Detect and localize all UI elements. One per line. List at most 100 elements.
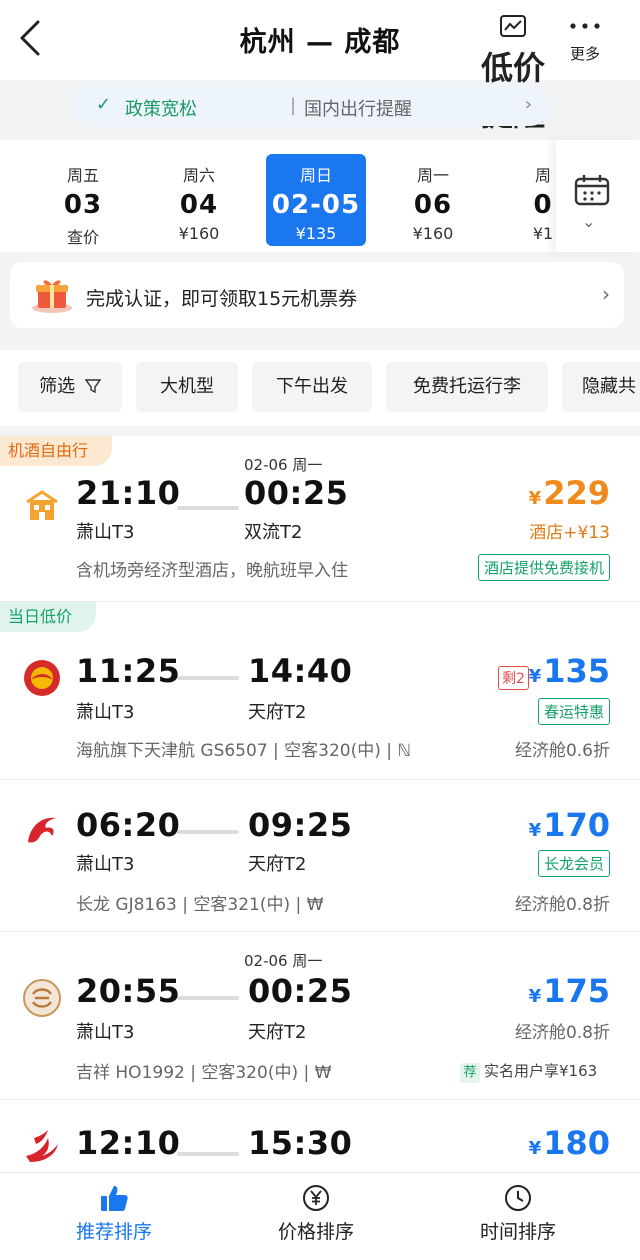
flight-info-text: 海航旗下天津航 GS6507 | 空客320(中) | [76, 741, 398, 761]
filter-button[interactable]: 筛选 [18, 362, 122, 412]
sort-time-tab[interactable]: 时间排序 [448, 1183, 588, 1244]
sort-recommended-label: 推荐排序 [75, 1221, 152, 1243]
price: ¥170 [529, 806, 610, 844]
date-item[interactable]: 周一 06 ¥160 [383, 154, 483, 246]
filter-chip-hide-codeshare[interactable]: 隐藏共 [562, 362, 640, 412]
thumbs-up-icon [101, 1186, 128, 1211]
cabin-discount: 经济舱0.8折 [514, 895, 610, 915]
arrival-time: 09:25 [248, 806, 353, 844]
price-value: 180 [543, 1124, 610, 1162]
loong-air-logo [28, 817, 56, 843]
seats-remaining-badge: 剩2 [498, 666, 529, 690]
juneyao-air-logo [23, 979, 61, 1017]
date-selector: 周五 03 查价 周六 04 ¥160 周日 02-05 ¥135 周一 06 … [0, 140, 640, 252]
arrival-airport: 双流T2 [244, 522, 303, 543]
currency-symbol: ¥ [528, 986, 542, 1007]
benefit-badge: 长龙会员 [537, 850, 610, 877]
date-day: 03 [63, 190, 103, 220]
date-weekday: 周五 [66, 166, 99, 185]
arrival-airport: 天府T2 [248, 702, 307, 723]
date-day: 06 [413, 190, 453, 220]
departure-airport: 萧山T3 [76, 1022, 135, 1043]
departure-time: 12:10 [76, 1124, 181, 1162]
price: ¥135 [529, 652, 610, 690]
policy-separator: | [290, 95, 297, 116]
price-chart-icon [500, 15, 526, 37]
sichuan-airlines-logo [26, 1130, 58, 1162]
price-value: 135 [543, 652, 610, 690]
filter-chip-large-aircraft[interactable]: 大机型 [136, 362, 238, 412]
currency-symbol: ¥ [528, 820, 542, 841]
date-price: ¥160 [178, 224, 220, 243]
calendar-button[interactable]: ⌄ [556, 140, 640, 252]
hotel-icon [26, 490, 58, 520]
date-item[interactable]: 周五 03 查价 [33, 154, 133, 247]
sort-price-label: 价格排序 [277, 1221, 354, 1243]
flight-card[interactable]: 当日低价 11:25 14:40 萧山T3 天府T2 海航旗下天津航 GS650… [0, 602, 640, 780]
tianjin-airlines-logo [24, 660, 60, 696]
flight-card[interactable]: 机酒自由行 21:10 02-06 周一 00:25 萧山T3 双流T2 含机场… [0, 436, 640, 602]
meal-icon: ℕ [397, 741, 412, 761]
date-weekday: 周日 [299, 166, 332, 185]
filter-chip-afternoon[interactable]: 下午出发 [252, 362, 372, 412]
date-weekday: 周六 [182, 166, 215, 185]
policy-text: 国内出行提醒 [304, 99, 412, 120]
arrival-time: 00:25 [248, 972, 353, 1010]
date-item[interactable]: 周 0 ¥1 [528, 154, 558, 246]
chevron-down-icon: ⌄ [582, 212, 596, 231]
date-price: ¥160 [412, 224, 454, 243]
benefit-badge: 酒店提供免费接机 [477, 554, 610, 581]
flight-card[interactable]: 06:20 09:25 萧山T3 天府T2 长龙 GJ8163 | 空客321(… [0, 780, 640, 932]
calendar-icon [574, 175, 610, 206]
member-discount-text: 实名用户享¥163 [484, 1062, 598, 1080]
departure-airport: 萧山T3 [76, 854, 135, 875]
sort-recommended-tab[interactable]: 推荐排序 [44, 1183, 184, 1244]
date-day: 02-05 [271, 190, 361, 220]
policy-status: 政策宽松 [125, 99, 197, 120]
date-weekday: 周 [534, 166, 551, 185]
policy-banner[interactable]: ✓ 政策宽松 | 国内出行提醒 › [70, 86, 550, 126]
more-button[interactable]: 更多 [560, 14, 610, 64]
flight-info: 含机场旁经济型酒店，晚航班早入住 [76, 561, 348, 581]
departure-airport: 萧山T3 [76, 702, 135, 723]
more-dots-icon [570, 23, 600, 29]
promo-tag: 当日低价 [0, 602, 97, 632]
duration-line [177, 996, 239, 1000]
flight-card[interactable]: 02-06 周一 20:55 00:25 萧山T3 天府T2 吉祥 HO1992… [0, 932, 640, 1100]
date-price: ¥135 [295, 224, 337, 243]
chevron-right-icon: › [602, 282, 610, 306]
filter-icon [84, 379, 102, 394]
filter-chip-free-baggage[interactable]: 免费托运行李 [386, 362, 548, 412]
duration-line [177, 830, 239, 834]
date-weekday: 周一 [416, 166, 449, 185]
arrival-airport: 天府T2 [248, 1022, 307, 1043]
price-value: 229 [543, 474, 610, 512]
date-item[interactable]: 周六 04 ¥160 [149, 154, 249, 246]
date-price: ¥1 [532, 224, 554, 243]
more-label: 更多 [569, 45, 600, 63]
duration-line [177, 506, 239, 510]
price-value: 170 [543, 806, 610, 844]
promo-tag: 机酒自由行 [0, 436, 113, 466]
recommend-icon: 荐 [460, 1063, 480, 1083]
cabin-discount: 经济舱0.6折 [514, 741, 610, 761]
arrival-date-note: 02-06 周一 [244, 952, 323, 970]
departure-airport: 萧山T3 [76, 522, 135, 543]
promo-banner[interactable]: 完成认证，即可领取15元机票券 › [10, 262, 624, 328]
flight-info: 长龙 GJ8163 | 空客321(中) | ₩ [76, 890, 323, 915]
sort-time-label: 时间排序 [479, 1221, 556, 1243]
arrival-airport: 天府T2 [248, 854, 307, 875]
gift-icon [32, 280, 72, 313]
date-item-selected[interactable]: 周日 02-05 ¥135 [266, 154, 366, 246]
flight-info-text: 吉祥 HO1992 | 空客320(中) | [76, 1063, 315, 1083]
currency-symbol: ¥ [528, 488, 542, 509]
filter-label: 筛选 [39, 376, 76, 397]
flight-card[interactable]: 12:10 15:30 ¥180 [0, 1100, 640, 1172]
price: ¥175 [529, 972, 610, 1010]
price: ¥229 [529, 474, 610, 512]
sort-price-tab[interactable]: 价格排序 [246, 1183, 386, 1244]
clock-icon [505, 1185, 531, 1211]
departure-time: 06:20 [76, 806, 181, 844]
chevron-right-icon: › [524, 94, 532, 115]
date-day: 0 [533, 190, 553, 220]
